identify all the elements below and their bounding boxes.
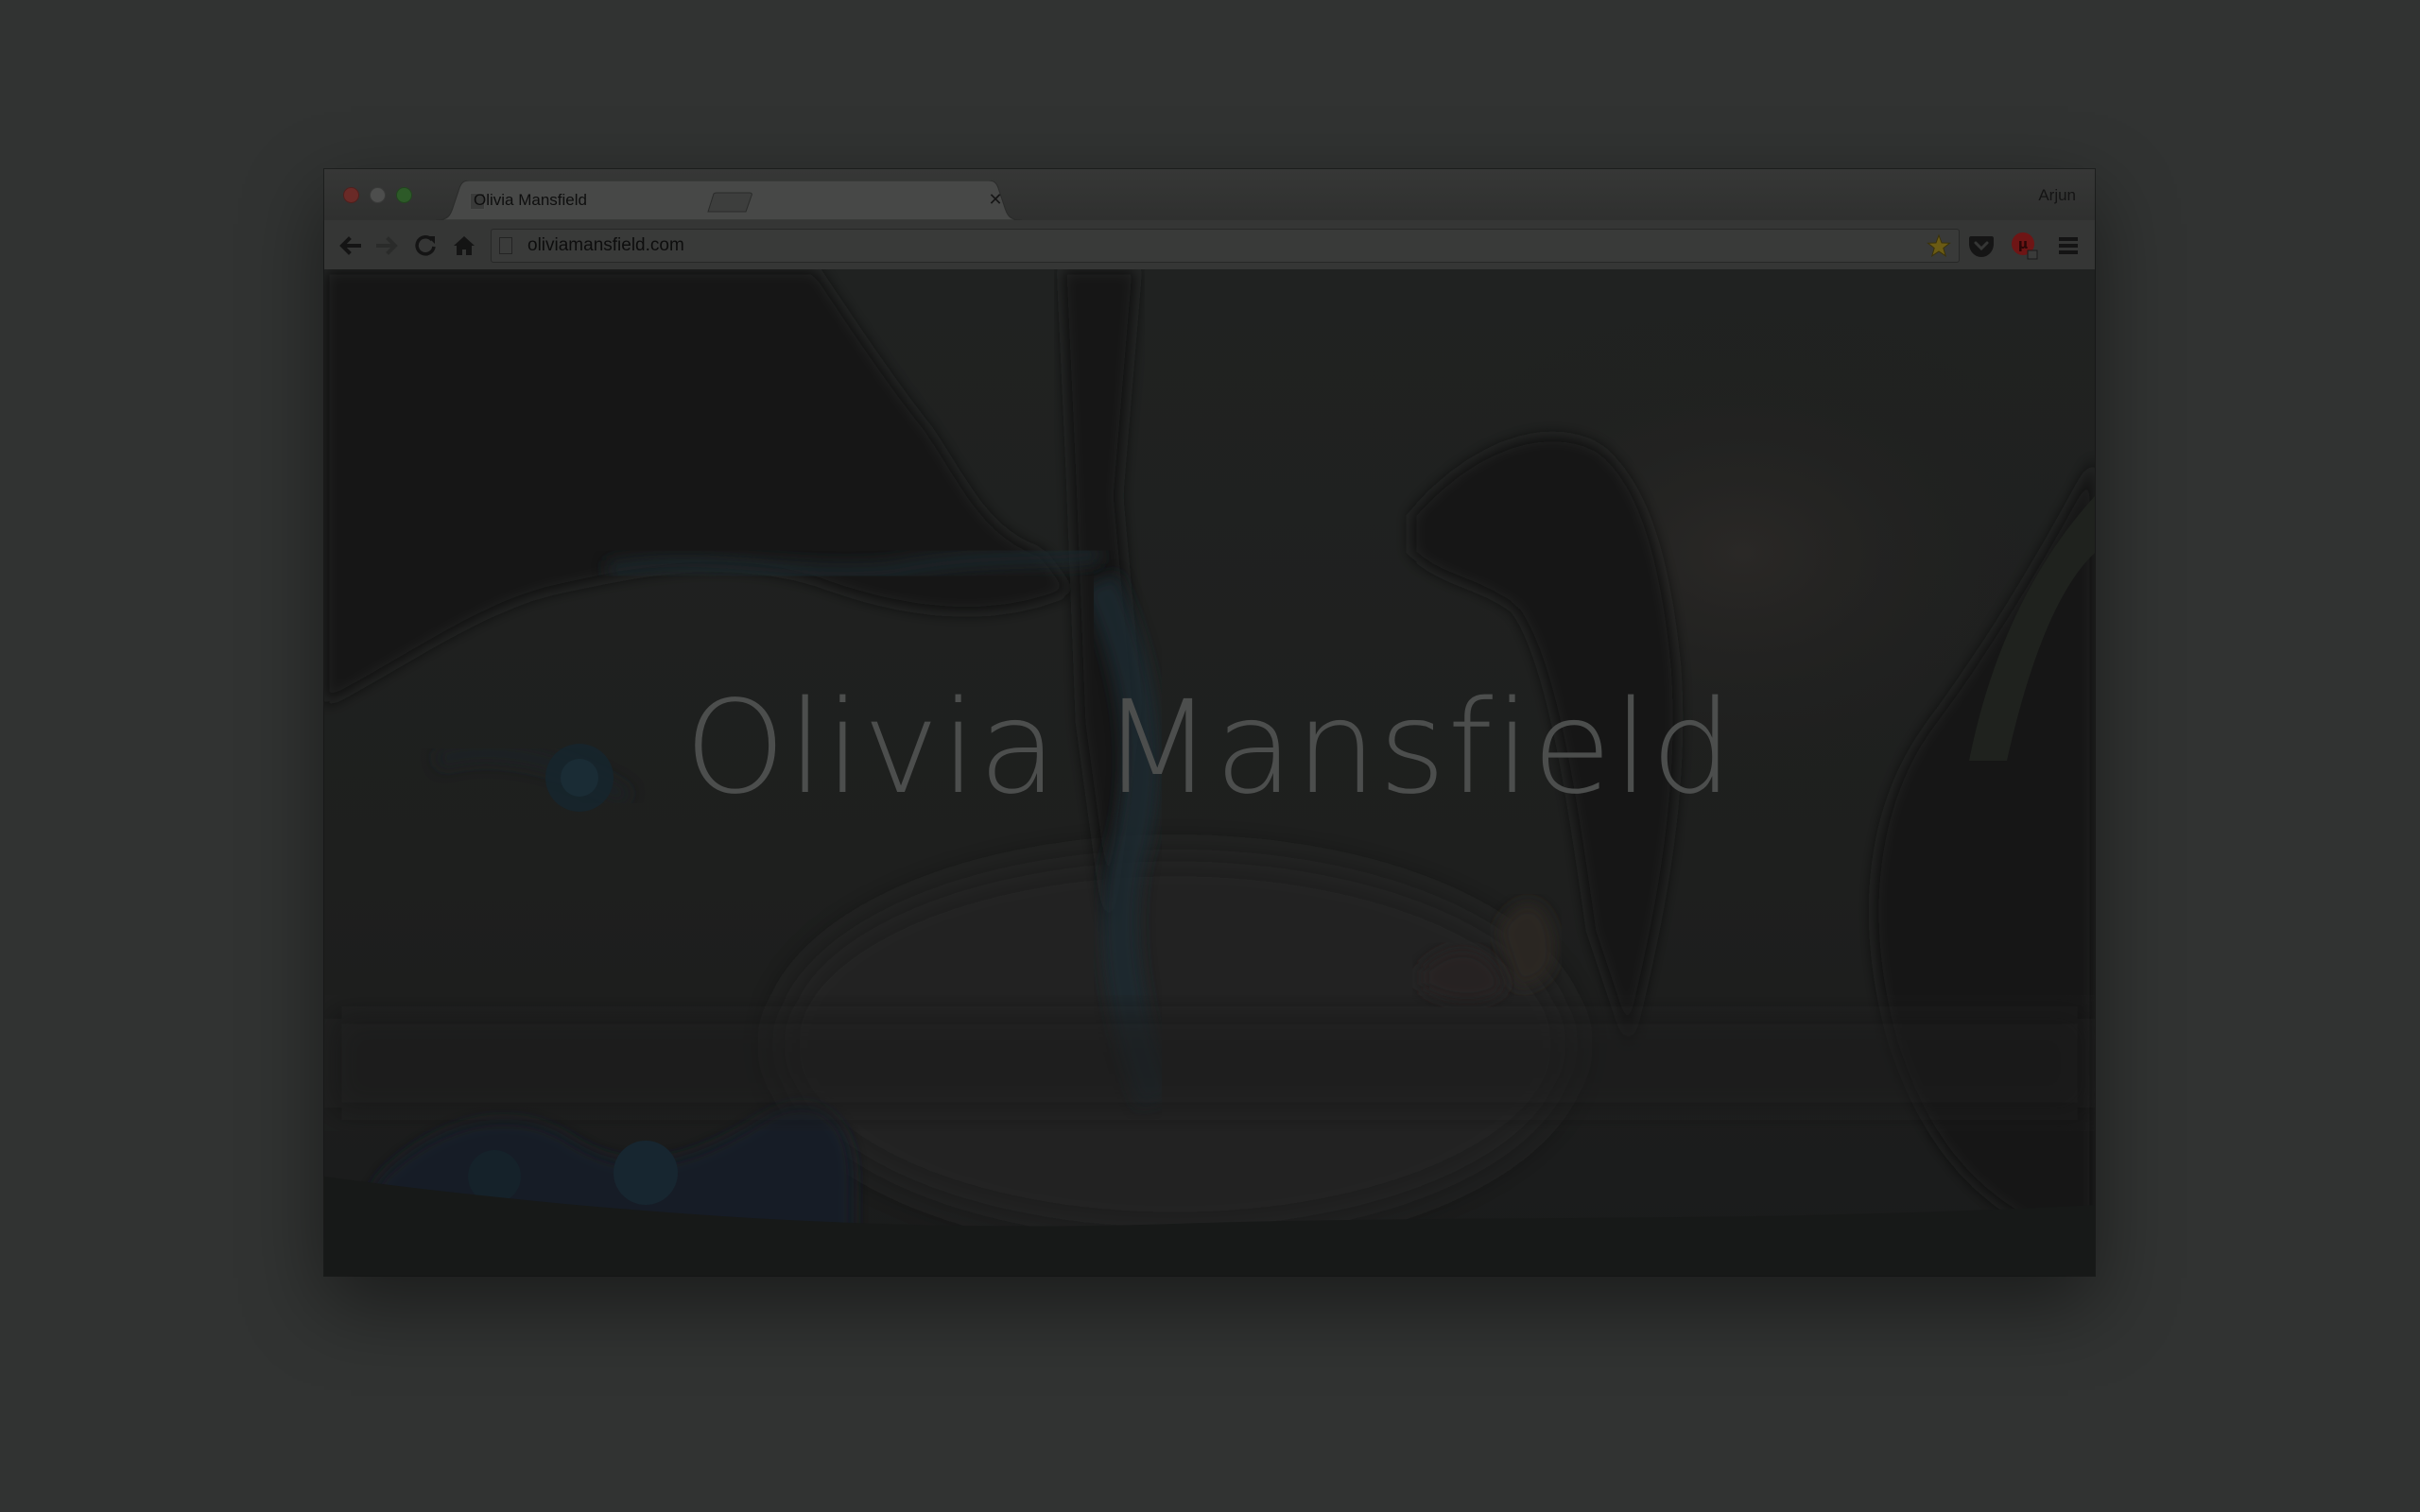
hero-title: Olivia Mansfield (684, 674, 1735, 823)
url-text: oliviamansfield.com (527, 235, 684, 255)
arrow-right-icon (376, 236, 398, 255)
page-icon (499, 237, 512, 254)
back-button[interactable] (336, 232, 364, 260)
svg-text:μ: μ (2018, 237, 2028, 252)
pocket-icon (1969, 236, 1994, 257)
dimmed-backdrop: Olivia Mansfield ✕ Arjun oliviamansfield… (0, 0, 2420, 1512)
home-button[interactable] (450, 232, 478, 260)
address-bar[interactable]: oliviamansfield.com (491, 229, 1960, 263)
hamburger-menu-icon (2059, 237, 2078, 254)
forward-button[interactable] (373, 232, 402, 260)
pocket-button[interactable] (1966, 231, 1996, 261)
reload-icon (415, 235, 436, 256)
window-minimize-button[interactable] (370, 187, 386, 203)
page-viewport: Olivia Mansfield (324, 269, 2095, 1276)
new-tab-button[interactable] (706, 192, 753, 213)
star-icon[interactable] (1927, 233, 1951, 258)
browser-toolbar: oliviamansfield.com μ (324, 220, 2095, 270)
new-tab-shape (707, 192, 752, 213)
tab-title: Olivia Mansfield (474, 191, 587, 209)
tab-close-icon[interactable]: ✕ (986, 190, 1005, 209)
home-icon (454, 236, 475, 255)
browser-window: Olivia Mansfield ✕ Arjun oliviamansfield… (324, 169, 2095, 1276)
window-close-button[interactable] (343, 187, 359, 203)
ublock-button[interactable]: μ (2009, 231, 2039, 261)
tab-strip: Olivia Mansfield ✕ Arjun (324, 169, 2095, 220)
reload-button[interactable] (411, 232, 440, 260)
window-maximize-button[interactable] (396, 187, 412, 203)
ublock-origin-icon: μ (2012, 232, 2038, 260)
profile-name[interactable]: Arjun (2038, 186, 2076, 205)
menu-button[interactable] (2053, 231, 2083, 261)
arrow-left-icon (339, 236, 361, 255)
